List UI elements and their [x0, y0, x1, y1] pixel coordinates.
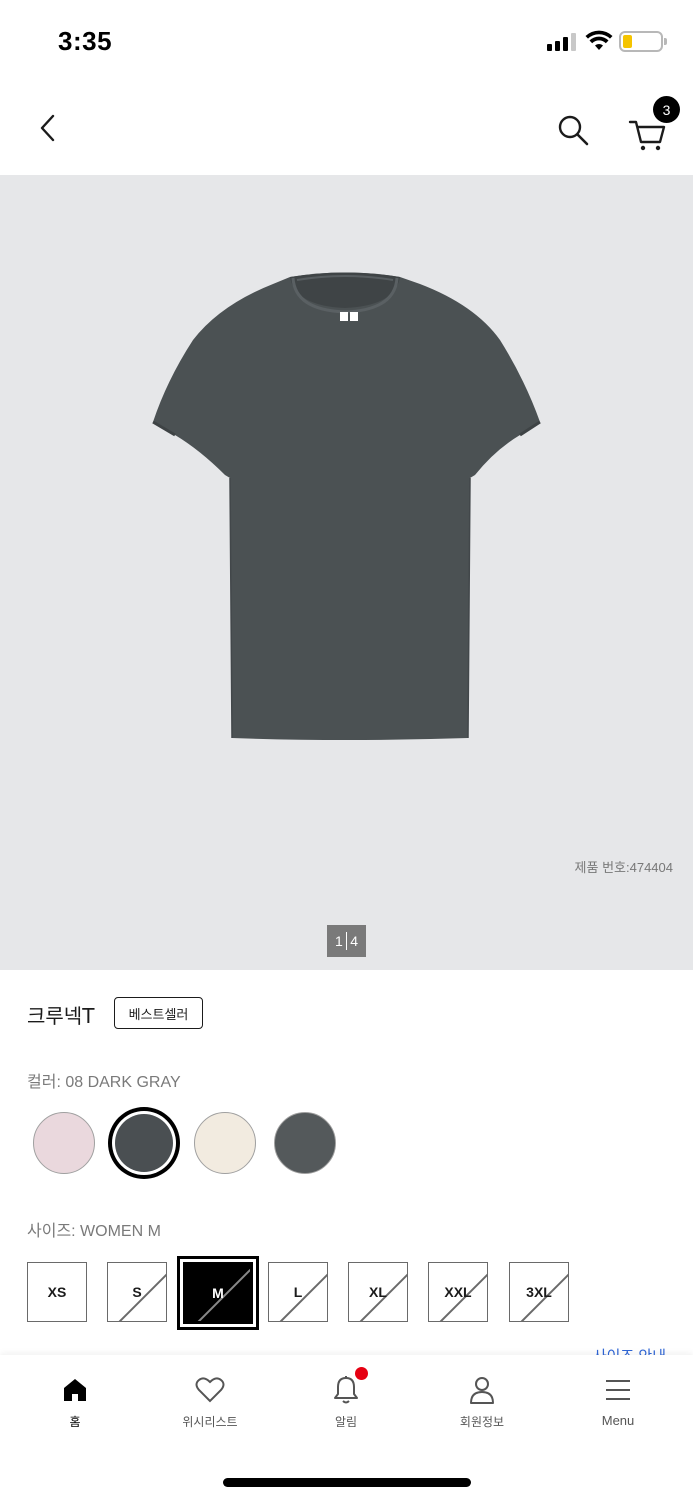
pager-current: 1	[334, 933, 343, 949]
back-button[interactable]	[30, 110, 66, 146]
tab-wishlist-label: 위시리스트	[182, 1415, 238, 1429]
size-option-xl[interactable]: XL	[348, 1262, 408, 1322]
search-button[interactable]	[553, 110, 593, 150]
size-option-s[interactable]: S	[107, 1262, 167, 1322]
cellular-signal-icon	[547, 33, 579, 51]
tab-alerts-label: 알림	[334, 1415, 358, 1429]
color-swatch[interactable]	[33, 1112, 95, 1174]
pager-total: 4	[350, 933, 359, 949]
tab-menu[interactable]: Menu	[563, 1373, 673, 1433]
home-indicator	[223, 1478, 471, 1487]
status-bar: 3:35	[0, 0, 693, 80]
size-option-label: XL	[369, 1284, 387, 1300]
size-option-3xl[interactable]: 3XL	[509, 1262, 569, 1322]
menu-icon	[601, 1373, 635, 1407]
tab-member-info-label: 회원정보	[459, 1415, 505, 1429]
chevron-left-icon	[40, 114, 55, 142]
battery-icon	[619, 31, 667, 52]
size-label: 사이즈: WOMEN M	[27, 1223, 161, 1240]
alert-notification-dot	[355, 1367, 368, 1380]
size-guide-link[interactable]: 사이즈 안내	[593, 1345, 666, 1355]
tab-home[interactable]: 홈	[20, 1373, 130, 1433]
wifi-icon	[585, 30, 613, 50]
size-option-l[interactable]: L	[268, 1262, 328, 1322]
nav-header	[0, 80, 693, 175]
image-pager: 1 4	[327, 925, 366, 957]
home-icon	[58, 1373, 92, 1407]
color-swatch[interactable]	[274, 1112, 336, 1174]
tab-alerts[interactable]: 알림	[291, 1373, 401, 1433]
color-label: 컬러: 08 DARK GRAY	[27, 1074, 181, 1091]
tab-wishlist[interactable]: 위시리스트	[155, 1373, 265, 1433]
person-icon	[465, 1373, 499, 1407]
product-photo-tshirt	[152, 272, 541, 740]
size-option-label: L	[293, 1284, 303, 1300]
product-name: 크루넥T	[27, 1004, 95, 1028]
size-option-xs[interactable]: XS	[27, 1262, 87, 1322]
tab-menu-label: Menu	[601, 1413, 635, 1428]
size-option-m[interactable]: M	[183, 1262, 253, 1324]
tab-member-info[interactable]: 회원정보	[427, 1373, 537, 1433]
color-swatch[interactable]	[194, 1112, 256, 1174]
size-option-label: XXL	[444, 1284, 472, 1300]
product-number: 제품 번호:474404	[574, 860, 673, 875]
size-option-label: XS	[47, 1284, 67, 1300]
color-swatch[interactable]	[115, 1114, 173, 1172]
size-option-xxl[interactable]: XXL	[428, 1262, 488, 1322]
product-image-carousel[interactable]: 제품 번호:474404 1 4	[0, 175, 693, 970]
heart-icon	[193, 1373, 227, 1407]
search-icon	[558, 115, 589, 146]
bestseller-badge: 베스트셀러	[114, 997, 203, 1029]
size-option-label: M	[212, 1285, 224, 1301]
status-time: 3:35	[58, 26, 113, 56]
tab-home-label: 홈	[69, 1415, 81, 1429]
size-option-label: S	[132, 1284, 142, 1300]
size-option-label: 3XL	[526, 1284, 552, 1300]
cart-count-badge: 3	[653, 96, 680, 123]
